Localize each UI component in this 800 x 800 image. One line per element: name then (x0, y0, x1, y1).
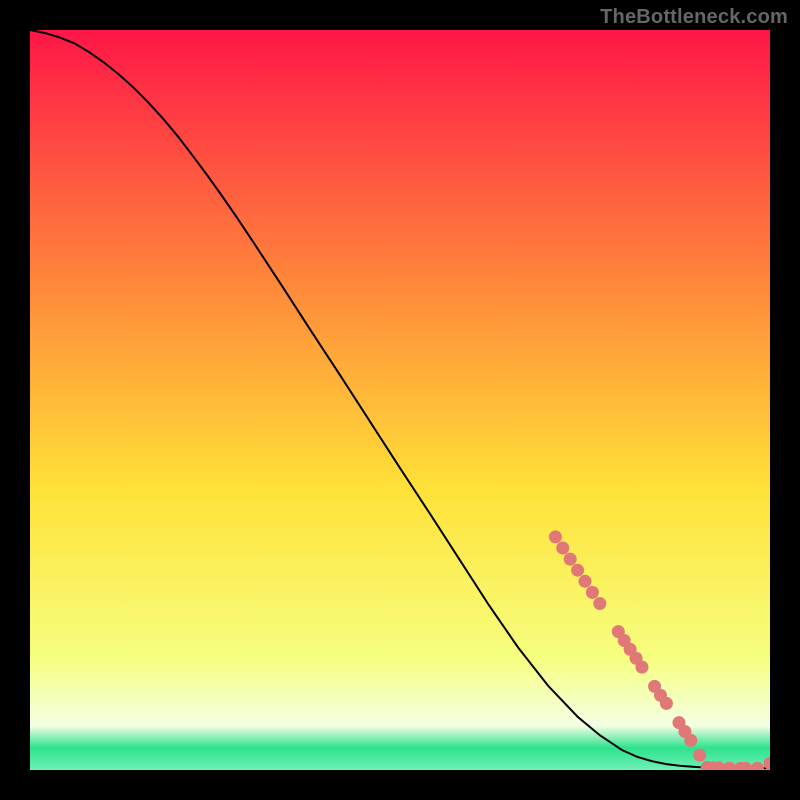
plot-area (30, 30, 770, 770)
data-marker (684, 734, 697, 747)
attribution-label: TheBottleneck.com (600, 6, 788, 29)
data-marker (571, 564, 584, 577)
chart-svg (30, 30, 770, 770)
data-marker (564, 553, 577, 566)
gradient-background (30, 30, 770, 770)
data-marker (579, 575, 592, 588)
chart-stage: TheBottleneck.com (0, 0, 800, 800)
data-marker (693, 749, 706, 762)
data-marker (593, 597, 606, 610)
data-marker (549, 530, 562, 543)
data-marker (586, 586, 599, 599)
data-marker (635, 661, 648, 674)
data-marker (556, 542, 569, 555)
data-marker (660, 697, 673, 710)
